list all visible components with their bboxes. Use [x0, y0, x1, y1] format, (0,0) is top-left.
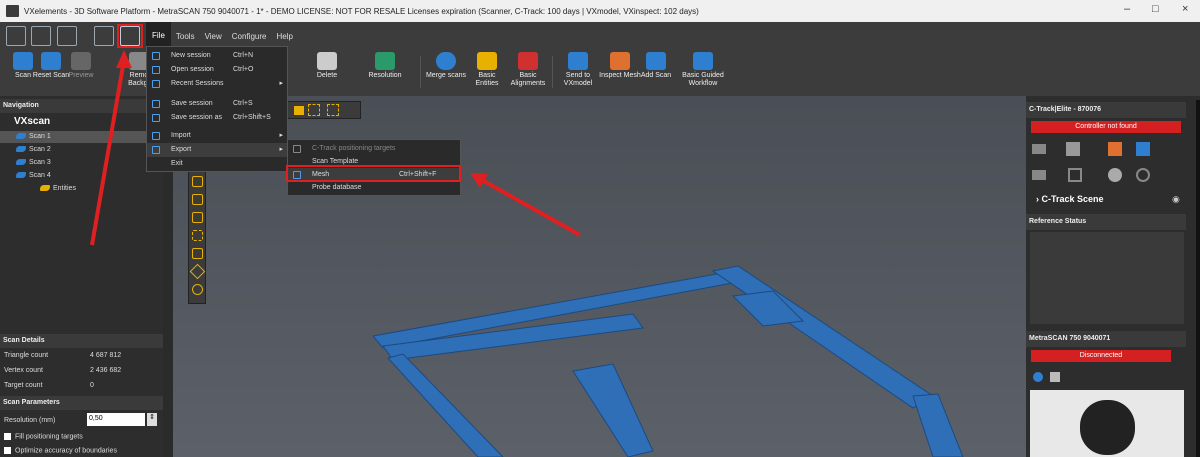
annotation-arrow-2 [481, 178, 581, 237]
annotation-arrowhead-1 [116, 50, 132, 68]
annotation-arrow-1 [90, 59, 126, 246]
annotation-arrows [90, 50, 581, 246]
